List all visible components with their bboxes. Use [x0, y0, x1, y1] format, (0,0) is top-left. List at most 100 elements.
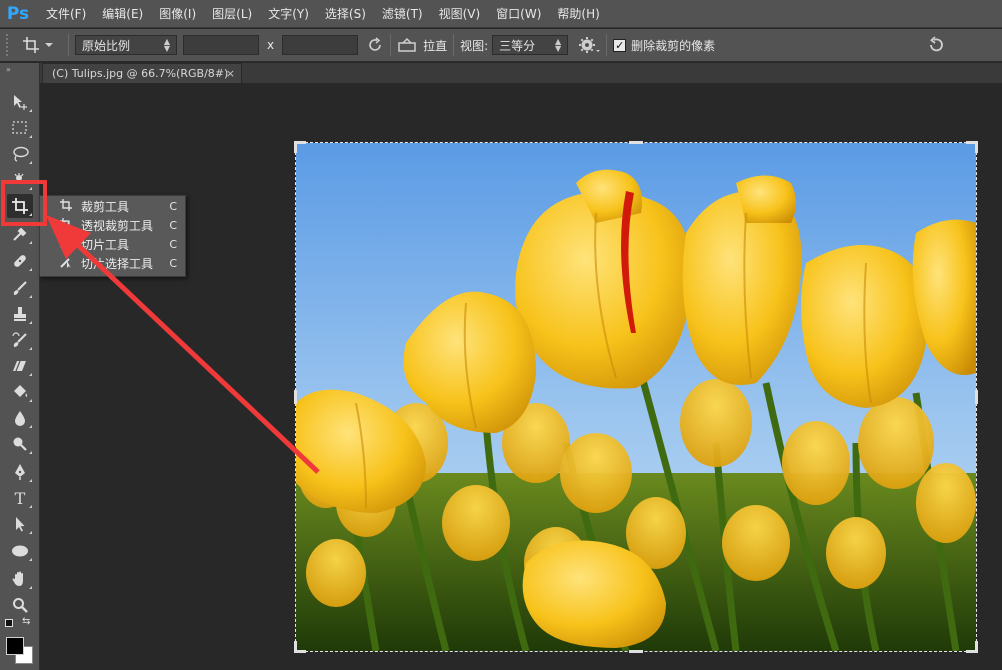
- pen-tool[interactable]: [7, 460, 33, 484]
- foreground-color-swatch[interactable]: [6, 637, 24, 655]
- clear-icon[interactable]: [366, 36, 384, 54]
- divider: [606, 34, 608, 56]
- flyout-item-shortcut: C: [169, 238, 177, 251]
- move-icon: [14, 95, 27, 110]
- document-tab-title: (C) Tulips.jpg @ 66.7%(RGB/8#): [52, 67, 229, 80]
- reset-icon[interactable]: [926, 36, 946, 54]
- healing-tool[interactable]: [7, 249, 33, 273]
- history-brush-tool[interactable]: [7, 328, 33, 352]
- ratio-select-value: 原始比例: [82, 38, 131, 53]
- menu-view[interactable]: 视图(V): [431, 0, 489, 28]
- flyout-item-slice[interactable]: 切片工具 C: [40, 235, 185, 254]
- move-tool[interactable]: [7, 90, 33, 114]
- flyout-item-slice-select[interactable]: 切片选择工具 C: [40, 254, 185, 273]
- delete-cropped-checkbox[interactable]: ✓: [613, 38, 627, 52]
- collapse-panel-icon[interactable]: »: [6, 65, 11, 74]
- type-tool[interactable]: T: [7, 486, 33, 510]
- flyout-item-label: 裁剪工具: [81, 200, 130, 214]
- highlight-box: [1, 180, 47, 226]
- menu-image[interactable]: 图像(I): [151, 0, 204, 28]
- flyout-item-crop[interactable]: 裁剪工具 C: [40, 197, 185, 216]
- options-grip[interactable]: [6, 34, 12, 56]
- crop-handle-left[interactable]: [294, 390, 297, 404]
- dodge-tool[interactable]: [7, 432, 33, 456]
- menu-file[interactable]: 文件(F): [38, 0, 94, 28]
- straighten-label[interactable]: 拉直: [423, 37, 447, 54]
- gear-icon[interactable]: [578, 36, 601, 54]
- menu-select[interactable]: 选择(S): [317, 0, 374, 28]
- rect-marquee-icon: [12, 121, 27, 134]
- menu-edit[interactable]: 编辑(E): [94, 0, 151, 28]
- zoom-tool[interactable]: [7, 593, 33, 617]
- view-label: 视图:: [460, 38, 489, 53]
- options-bar: 原始比例 ▲ ▼ x 拉直 视图: 三等分 ▲ ▼ ✓ 删除裁剪的像素: [0, 29, 1002, 62]
- eraser-icon: [13, 360, 26, 372]
- chevron-down-icon: [45, 43, 53, 47]
- updown-icon: ▲ ▼: [555, 37, 562, 53]
- flyout-item-label: 切片工具: [81, 238, 130, 252]
- type-icon: T: [14, 488, 26, 508]
- stamp-icon: [14, 307, 26, 321]
- marquee-tool[interactable]: [7, 116, 33, 140]
- eraser-tool[interactable]: [7, 354, 33, 378]
- menu-layer[interactable]: 图层(L): [204, 0, 260, 28]
- hand-tool[interactable]: [7, 567, 33, 591]
- menu-help[interactable]: 帮助(H): [549, 0, 607, 28]
- crop-handle-bottom-right-v[interactable]: [975, 641, 978, 653]
- crop-handle-top-left-v[interactable]: [294, 141, 297, 153]
- brush-tool[interactable]: [7, 276, 33, 300]
- slice-icon: [57, 236, 75, 253]
- menu-bar: Ps 文件(F) 编辑(E) 图像(I) 图层(L) 文字(Y) 选择(S) 滤…: [0, 0, 1002, 28]
- document-tab[interactable]: (C) Tulips.jpg @ 66.7%(RGB/8#) ×: [42, 63, 242, 83]
- default-colors-icon[interactable]: [5, 619, 13, 627]
- flyout-item-label: 透视裁剪工具: [81, 219, 154, 233]
- tool-preset-picker[interactable]: [22, 36, 62, 54]
- blur-tool[interactable]: [7, 406, 33, 430]
- crop-handle-bottom[interactable]: [629, 650, 643, 653]
- delete-cropped-label: 删除裁剪的像素: [631, 38, 716, 53]
- document-tab-bar: (C) Tulips.jpg @ 66.7%(RGB/8#) ×: [40, 63, 1002, 83]
- tulips-illustration: [296, 143, 976, 651]
- shape-tool[interactable]: [7, 539, 33, 563]
- history-brush-icon: [12, 332, 27, 347]
- path-select-tool[interactable]: [7, 512, 33, 536]
- crop-icon: [23, 37, 39, 53]
- flyout-item-shortcut: C: [169, 219, 177, 232]
- width-field[interactable]: [183, 35, 259, 55]
- straighten-icon[interactable]: [397, 36, 417, 54]
- tools-panel: » T ⇆: [0, 63, 40, 670]
- updown-icon: ▲ ▼: [163, 37, 170, 53]
- height-field[interactable]: [282, 35, 359, 55]
- paint-bucket-tool[interactable]: [7, 380, 33, 404]
- menu-window[interactable]: 窗口(W): [488, 0, 549, 28]
- tulips-image[interactable]: [296, 143, 976, 651]
- perspective-crop-icon: [57, 217, 75, 234]
- crop-handle-top-right-v[interactable]: [975, 141, 978, 153]
- view-select-value: 三等分: [499, 38, 536, 53]
- lasso-tool[interactable]: [7, 142, 33, 166]
- divider: [68, 34, 69, 56]
- zoom-icon: [13, 598, 28, 613]
- hand-icon: [12, 571, 23, 586]
- dodge-icon: [13, 437, 27, 451]
- menu-filter[interactable]: 滤镜(T): [374, 0, 431, 28]
- stamp-tool[interactable]: [7, 302, 33, 326]
- crop-handle-right[interactable]: [975, 390, 978, 404]
- flyout-item-shortcut: C: [169, 200, 177, 213]
- eyedropper-icon: [13, 227, 27, 241]
- flyout-item-shortcut: C: [169, 257, 177, 270]
- ratio-select[interactable]: 原始比例 ▲ ▼: [75, 35, 177, 55]
- crop-tool-flyout: 裁剪工具 C 透视裁剪工具 C 切片工具 C 切片选择工具 C: [39, 195, 186, 277]
- close-icon[interactable]: ×: [226, 67, 235, 80]
- view-select[interactable]: 三等分 ▲ ▼: [492, 35, 569, 55]
- divider: [453, 34, 455, 56]
- crop-handle-bottom-left-v[interactable]: [294, 641, 297, 653]
- drop-icon: [15, 411, 25, 426]
- arrow-icon: [16, 517, 25, 532]
- swap-colors-icon[interactable]: ⇆: [22, 616, 30, 627]
- crop-handle-top[interactable]: [629, 141, 643, 144]
- x-separator: x: [267, 38, 275, 52]
- brush-icon: [13, 281, 27, 295]
- flyout-item-perspective-crop[interactable]: 透视裁剪工具 C: [40, 216, 185, 235]
- menu-type[interactable]: 文字(Y): [260, 0, 317, 28]
